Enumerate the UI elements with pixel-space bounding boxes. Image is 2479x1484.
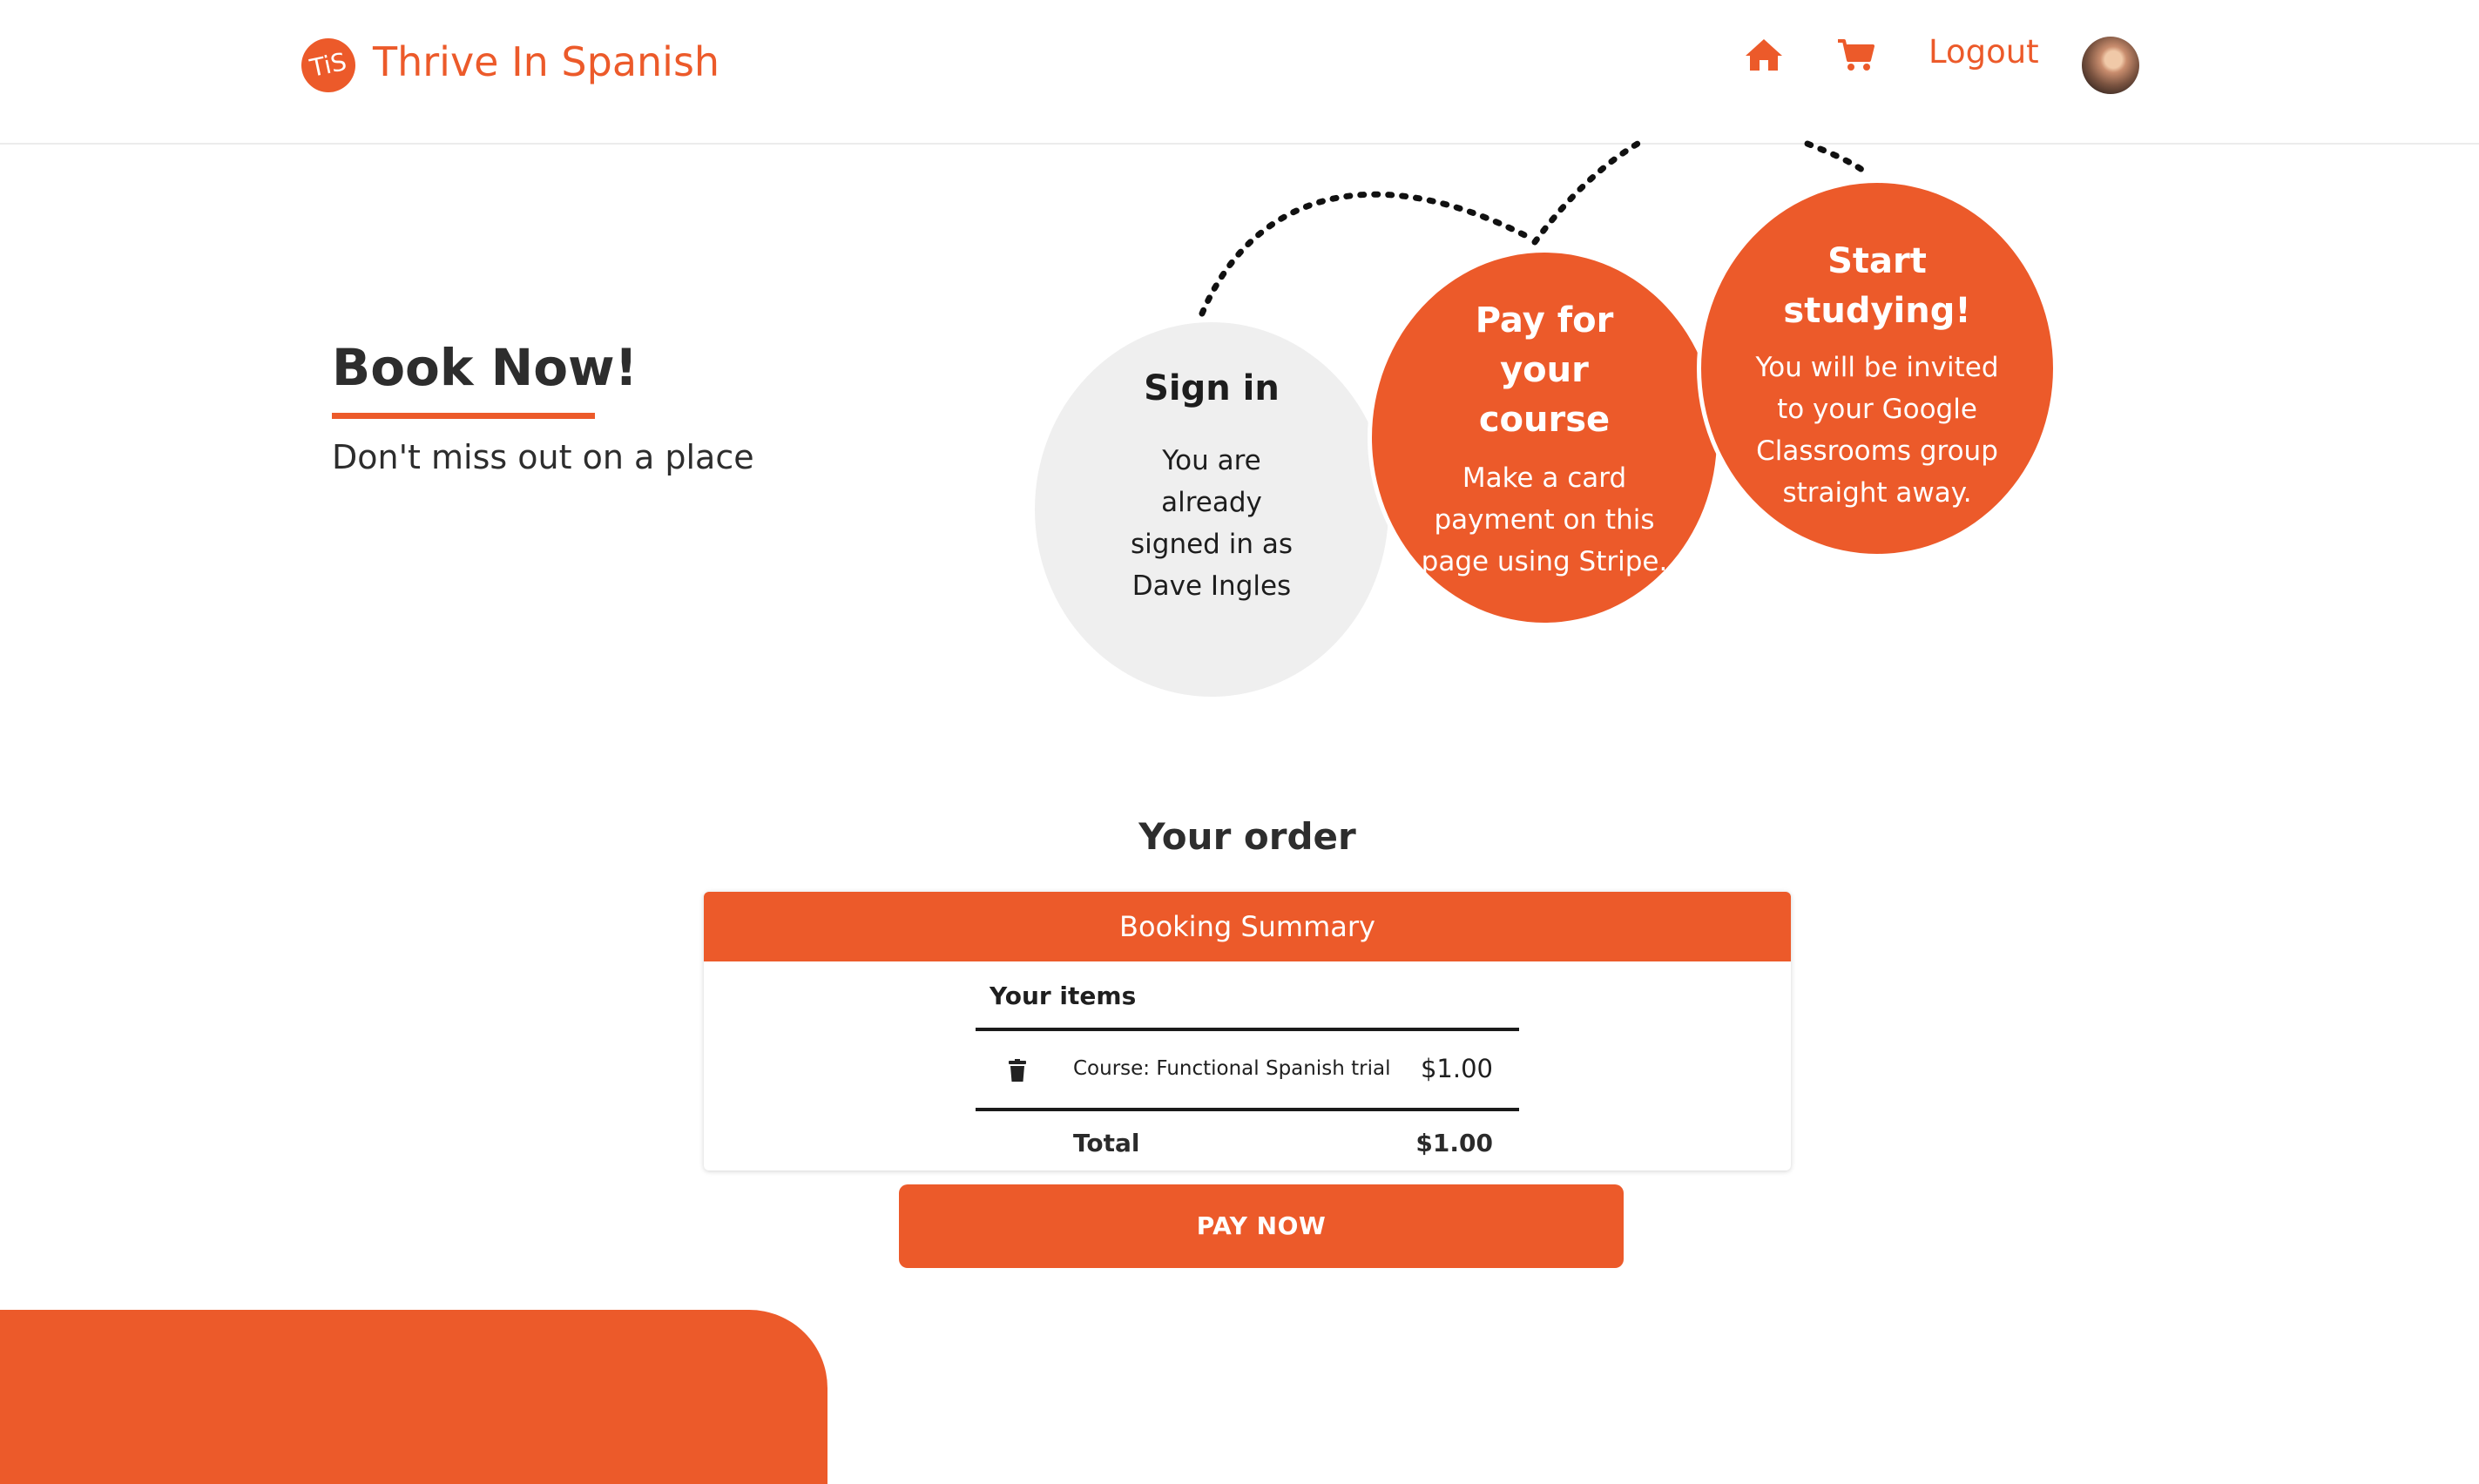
step-sign-in: Sign in You are already signed in as Dav… — [1035, 322, 1388, 697]
step-description: Make a card payment on this page using S… — [1421, 462, 1668, 577]
step-title: Start studying! — [1783, 241, 1971, 331]
order-heading: Your order — [1138, 815, 1356, 858]
step-start-studying: Start studying! You will be invited to y… — [1697, 179, 2057, 558]
step-description: You are already signed in as Dave Ingles — [1131, 445, 1293, 602]
table-row: Course: Functional Spanish trial $1.00 — [976, 1031, 1519, 1108]
step-title: Pay for your course — [1475, 300, 1614, 440]
trash-icon[interactable] — [1009, 1059, 1026, 1082]
step-title: Sign in — [1144, 368, 1280, 408]
item-price: $1.00 — [1420, 1054, 1493, 1083]
items-table: Your items Course: Functional Spanish tr… — [976, 979, 1519, 1170]
step-description: You will be invited to your Google Class… — [1755, 352, 1999, 509]
items-label: Your items — [990, 981, 1137, 1010]
booking-summary-card: Booking Summary Your items Course: Funct… — [704, 892, 1791, 1170]
booking-summary-title: Booking Summary — [704, 892, 1791, 961]
pay-now-button[interactable]: PAY NOW — [899, 1184, 1624, 1268]
total-row: Total $1.00 — [976, 1111, 1519, 1170]
item-name: Course: Functional Spanish trial — [1073, 1057, 1391, 1080]
total-value: $1.00 — [1415, 1129, 1493, 1157]
step-pay: Pay for your course Make a card payment … — [1368, 248, 1721, 627]
footer-decoration — [0, 1310, 827, 1484]
total-label: Total — [1073, 1129, 1140, 1157]
